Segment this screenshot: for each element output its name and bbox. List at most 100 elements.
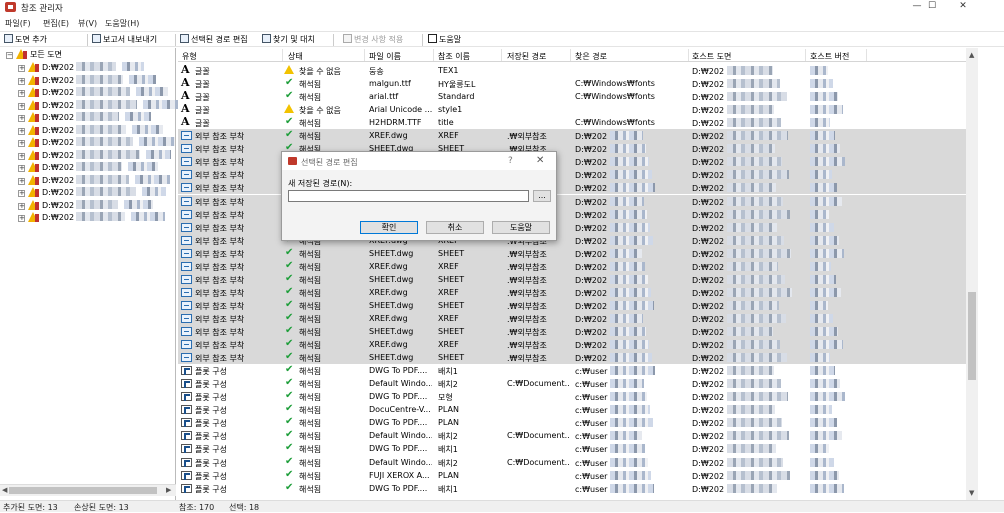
table-row[interactable]: 외부 참조 부착 ✔ 해석됨 XREF.dwg XREF .₩외부참조 D:₩202 D:₩2… [178,338,970,352]
collapse-icon[interactable]: − [6,52,13,59]
redacted-text [128,162,159,171]
table-row[interactable]: 외부 참조 부착 ✔ 해석됨 SHEET.dwg SHEET .₩외부참조 D:₩202 D:… [178,351,970,365]
menu-view[interactable]: 뷰(V) [78,18,97,29]
table-row[interactable]: A 글꼴 ✔ 해석됨 arial.ttf Standard C:₩Windows₩fonts… [178,89,970,103]
found-path-text: C:₩Windows₩fonts [575,79,655,89]
xref-icon [181,222,192,232]
expand-icon[interactable]: + [18,102,25,110]
table-row[interactable]: 플롯 구성 ✔ 해석됨 DWG To PDF.... PLAN c:₩user D:₩202 [178,416,970,429]
column-header-saved-path[interactable]: 저장된 경로 [507,51,546,62]
expand-icon[interactable]: + [18,190,25,197]
table-row[interactable]: A 글꼴 ✔ 해석됨 H2HDRM.TTF title C:₩Windows₩fonts D:… [178,115,970,129]
dialog-help-icon[interactable]: ? [508,156,513,166]
redacted-text [610,340,650,350]
table-row[interactable]: 플롯 구성 ✔ 해석됨 FUJI XEROX A... PLAN c:₩user D:₩20… [178,469,970,482]
maximize-button[interactable]: ☐ [917,0,947,14]
column-header-reference-name[interactable]: 참조 이름 [438,51,470,62]
menu-edit[interactable]: 편집(E) [43,18,69,29]
browse-button[interactable]: ... [533,190,551,202]
column-header-file-name[interactable]: 파일 이름 [369,51,401,62]
apply-changes-button[interactable]: 변경 사항 적용 [343,34,403,46]
column-header-found-path[interactable]: 찾은 경로 [575,51,607,62]
expand-icon[interactable]: + [18,165,25,172]
export-report-button[interactable]: 보고서 내보내기 [92,34,157,46]
cancel-button[interactable]: 취소 [426,221,484,234]
find-replace-button[interactable]: 찾기 및 대치 [262,34,315,46]
tree-horizontal-scrollbar[interactable]: ◀ ▶ [0,484,176,496]
table-row[interactable]: 외부 참조 부착 ✔ 해석됨 XREF.dwg XREF .₩외부참조 D:₩202 D:₩2… [178,259,970,273]
table-row[interactable]: 플롯 구성 ✔ 해석됨 DWG To PDF.... 배치1 c:₩user D:₩202 [178,482,970,495]
tree-node-drawing[interactable]: + D:₩202 [18,212,166,224]
scrollbar-thumb[interactable] [9,487,157,494]
expand-icon[interactable]: + [18,127,25,135]
scroll-down-icon[interactable]: ▼ [969,488,974,498]
column-header-host-drawing[interactable]: 호스트 도면 [692,51,731,62]
table-row[interactable]: 플롯 구성 ✔ 해석됨 DWG To PDF.... 배치1 c:₩user D:₩202 [178,442,970,455]
table-row[interactable]: 외부 참조 부착 ✔ 해석됨 SHEET.dwg SHEET .₩외부참조 D:₩202 D:… [178,325,970,338]
table-row[interactable]: 플롯 구성 ✔ 해석됨 DWG To PDF.... 모형 c:₩user D:₩202 [178,390,970,403]
plot-config-icon [181,431,192,441]
tree-node-drawing[interactable]: + D:₩202 [18,137,176,149]
menu-file[interactable]: 파일(F) [5,18,31,29]
column-header-type[interactable]: 유형 [182,51,197,62]
menu-help[interactable]: 도움말(H) [105,18,139,29]
cell-host-version [810,405,866,415]
expand-icon[interactable]: + [18,177,25,185]
add-drawing-button[interactable]: 도면 추가 [4,34,47,46]
tree-node-drawing[interactable]: + D:₩202 [18,124,164,137]
expand-icon[interactable]: + [18,215,25,222]
edit-selected-path-button[interactable]: 선택된 경로 편집 [180,34,248,46]
help-button[interactable]: 도움말 [428,34,461,46]
table-row[interactable]: 외부 참조 부착 ✔ 해석됨 XREF.dwg XREF .₩외부참조 D:₩202 D:₩2… [178,285,970,299]
table-row[interactable]: 외부 참조 부착 ✔ 해석됨 SHEET.dwg SHEET .₩외부참조 D:₩202 D:… [178,272,970,286]
expand-icon[interactable]: + [18,77,25,85]
table-row[interactable]: 외부 참조 부착 ✔ 해석됨 XREF.dwg XREF .₩외부참조 D:₩202 D:₩2… [178,311,970,325]
scrollbar-thumb[interactable] [968,292,976,380]
ok-button[interactable]: 확인 [360,221,418,234]
table-row[interactable]: 플롯 구성 ✔ 해석됨 DocuCentre-V... PLAN c:₩user D:₩20… [178,403,970,416]
table-row[interactable]: 플롯 구성 ✔ 해석됨 Default Windo... 배치2 C:₩Document.… [178,377,970,390]
expand-icon[interactable]: + [18,65,25,72]
redacted-text [810,209,829,219]
tree-node-drawing[interactable]: + D:₩202 [18,112,152,124]
table-row[interactable]: 플롯 구성 ✔ 해석됨 DWG To PDF.... 배치1 c:₩user D:₩202 [178,364,970,377]
dialog-help-button[interactable]: 도움말 [492,221,550,234]
table-row[interactable]: 외부 참조 부착 ✔ 해석됨 XREF.dwg XREF .₩외부참조 D:₩202 D:₩2… [178,129,970,143]
scroll-right-icon[interactable]: ▶ [166,485,171,495]
scroll-left-icon[interactable]: ◀ [2,485,7,495]
table-row[interactable]: A 글꼴 찾을 수 없음 Arial Unicode ... style1 D:₩202 [178,102,970,116]
tree-node-drawing[interactable]: + D:₩202 [18,74,157,87]
column-header-host-version[interactable]: 호스트 버전 [810,51,849,62]
tree-node-drawing[interactable]: + D:₩202 [18,174,171,187]
tree-node-drawing[interactable]: + D:₩202 [18,149,172,162]
tree-node-drawing[interactable]: + D:₩202 [18,87,169,99]
new-saved-path-input[interactable] [288,190,529,202]
host-drawing-text: D:₩202 [692,132,725,142]
tree-root-all-drawings[interactable]: − 모든 도면 [6,49,62,61]
expand-icon[interactable]: + [18,90,25,97]
table-row[interactable]: 플롯 구성 ✔ 해석됨 Default Windo... 배치2 C:₩Document.… [178,456,970,469]
scroll-up-icon[interactable]: ▲ [969,50,974,60]
table-row[interactable]: A 글꼴 ✔ 해석됨 malgun.ttf HY울릉도L C:₩Windows₩fonts D… [178,76,970,90]
expand-icon[interactable]: + [18,140,25,147]
cell-file-name: FUJI XEROX A... [369,470,430,480]
dialog-close-icon[interactable]: ✕ [536,155,544,166]
table-row[interactable]: 플롯 구성 ✔ 해석됨 Default Windo... 배치2 C:₩Document.… [178,429,970,442]
dialog-title-bar[interactable]: 선택된 경로 편집 ? ✕ [282,152,556,170]
table-row[interactable]: A 글꼴 찾을 수 없음 둥송 TEX1 D:₩202 [178,63,970,77]
redacted-text [727,183,777,193]
table-row[interactable]: 외부 참조 부착 ✔ 해석됨 SHEET.dwg SHEET .₩외부참조 D:₩202 D:… [178,298,970,312]
expand-icon[interactable]: + [18,202,25,210]
expand-icon[interactable]: + [18,115,25,122]
expand-icon[interactable]: + [18,152,25,160]
table-vertical-scrollbar[interactable]: ▲ ▼ [966,48,978,500]
tree-node-drawing[interactable]: + D:₩202 [18,99,181,112]
column-header-status[interactable]: 상태 [288,51,303,62]
cell-found-path: C:₩Windows₩fonts [575,79,687,88]
table-row[interactable]: 외부 참조 부착 ✔ 해석됨 SHEET.dwg SHEET .₩외부참조 D:₩202 D:… [178,246,970,260]
tree-node-drawing[interactable]: + D:₩202 [18,62,145,74]
close-button[interactable]: ✕ [948,0,978,14]
tree-node-drawing[interactable]: + D:₩202 [18,187,167,199]
tree-node-drawing[interactable]: + D:₩202 [18,199,154,212]
tree-node-drawing[interactable]: + D:₩202 [18,162,159,174]
